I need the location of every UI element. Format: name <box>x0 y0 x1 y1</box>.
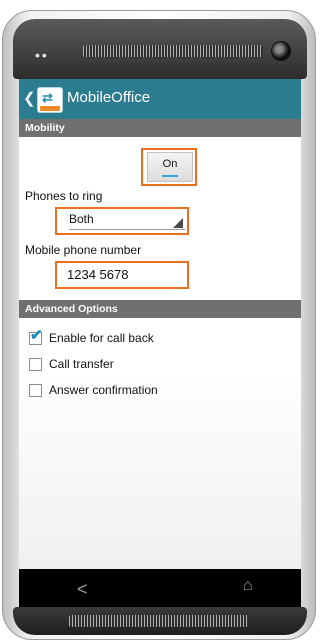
toggle-label: On <box>162 158 178 170</box>
checkbox-call-transfer[interactable] <box>29 358 42 371</box>
mobile-number-input[interactable] <box>59 263 187 285</box>
section-header-advanced: Advanced Options <box>19 300 301 318</box>
phone-transfer-icon: ⇄ <box>42 90 53 105</box>
bottom-bezel <box>13 607 307 635</box>
checkbox-label: Answer confirmation <box>49 383 158 397</box>
phones-to-ring-dropdown[interactable]: Both <box>59 209 187 231</box>
top-bezel: •• <box>13 19 307 79</box>
phone-frame: •• ❮ ⇄ MobileOffice Mobility On Phones t… <box>2 10 316 640</box>
sensor-dots: •• <box>35 47 49 63</box>
speaker-grille-top <box>83 45 263 57</box>
mobility-toggle-button[interactable]: On <box>147 152 193 182</box>
dropdown-underline <box>69 229 185 230</box>
app-title: MobileOffice <box>67 89 151 106</box>
screen: ❮ ⇄ MobileOffice Mobility On Phones to r… <box>19 79 301 611</box>
checkbox-label: Enable for call back <box>49 331 154 345</box>
phones-to-ring-label: Phones to ring <box>25 189 103 203</box>
action-bar: ❮ ⇄ MobileOffice <box>19 79 301 119</box>
app-window: ❮ ⇄ MobileOffice Mobility On Phones to r… <box>19 79 301 569</box>
dropdown-corner-icon <box>173 218 183 228</box>
speaker-grille-bottom <box>69 615 249 627</box>
checkbox-call-back[interactable]: ✔ <box>29 328 43 345</box>
toggle-indicator <box>162 175 178 177</box>
mobile-number-label: Mobile phone number <box>25 243 142 257</box>
back-icon[interactable]: < <box>77 579 88 600</box>
section-header-mobility: Mobility <box>19 119 301 137</box>
front-camera <box>271 41 291 61</box>
checkbox-answer-confirmation[interactable] <box>29 384 42 397</box>
checkbox-label: Call transfer <box>49 357 114 371</box>
system-nav-bar: < ⌂ <box>19 569 301 611</box>
phones-to-ring-value: Both <box>69 212 94 226</box>
logo-band <box>40 106 60 111</box>
check-icon: ✔ <box>30 327 43 344</box>
home-icon[interactable]: ⌂ <box>243 577 253 595</box>
chevron-left-icon[interactable]: ❮ <box>23 89 36 107</box>
mobileoffice-logo-icon[interactable]: ⇄ <box>37 87 63 113</box>
